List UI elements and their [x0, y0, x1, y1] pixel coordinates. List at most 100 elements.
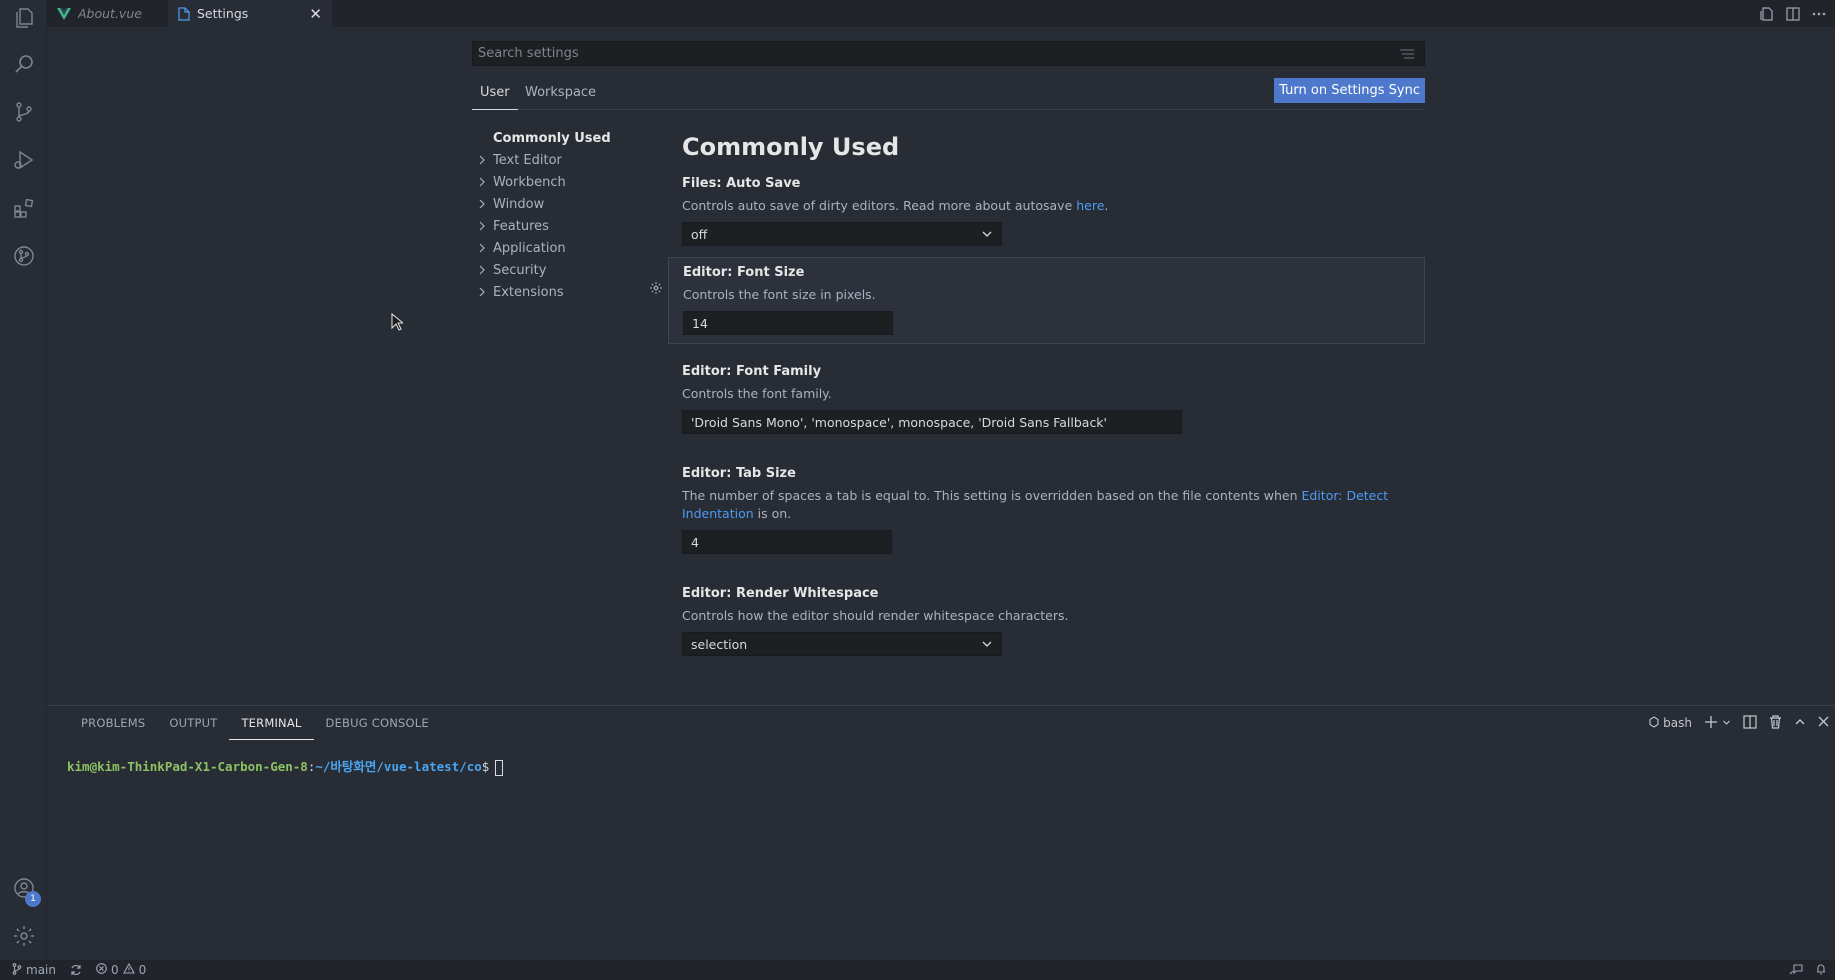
mouse-cursor-icon: [391, 312, 405, 335]
sync-icon[interactable]: [70, 964, 82, 976]
more-actions-icon[interactable]: [1811, 12, 1827, 16]
setting-category: Editor:: [682, 586, 736, 601]
font-size-input[interactable]: 14: [683, 311, 893, 335]
toc-features[interactable]: Features: [470, 215, 640, 237]
warning-icon: [122, 962, 135, 977]
activity-bar: 1: [0, 0, 47, 960]
setting-name: Font Family: [735, 364, 822, 379]
tab-problems[interactable]: PROBLEMS: [69, 706, 157, 740]
setting-name: Tab Size: [735, 466, 796, 481]
error-count: 0: [110, 963, 119, 977]
toc-application[interactable]: Application: [470, 237, 640, 259]
toc-text-editor[interactable]: Text Editor: [470, 149, 640, 171]
notifications-icon[interactable]: [1815, 963, 1827, 978]
branch-status[interactable]: main: [12, 962, 56, 978]
extensions-icon[interactable]: [0, 184, 47, 232]
auto-save-select[interactable]: off: [682, 222, 1002, 246]
tab-debug-console[interactable]: DEBUG CONSOLE: [314, 706, 441, 740]
git-graph-icon[interactable]: [0, 232, 47, 280]
setting-editor-font-family: Editor: Font Family Controls the font fa…: [668, 357, 1425, 444]
tab-terminal[interactable]: TERMINAL: [229, 706, 314, 740]
source-control-icon[interactable]: [0, 88, 47, 136]
setting-editor-tab-size: Editor: Tab Size The number of spaces a …: [668, 459, 1425, 564]
toc-commonly-used[interactable]: Commonly Used: [470, 127, 640, 149]
toc-window[interactable]: Window: [470, 193, 640, 215]
maximize-panel-icon[interactable]: [1794, 716, 1806, 731]
toc-extensions[interactable]: Extensions: [470, 281, 640, 303]
terminal-cursor: [495, 759, 504, 776]
setting-description: Controls auto save of dirty editors. Rea…: [682, 198, 1077, 213]
toc-security[interactable]: Security: [470, 259, 640, 281]
tab-workspace[interactable]: Workspace: [517, 85, 604, 110]
chevron-right-icon: [478, 199, 493, 209]
toc-label: Window: [493, 196, 545, 212]
setting-gear-icon[interactable]: [649, 281, 663, 299]
font-family-input[interactable]: 'Droid Sans Mono', 'monospace', monospac…: [682, 410, 1182, 434]
render-whitespace-select[interactable]: selection: [682, 632, 1002, 656]
search-icon[interactable]: [0, 40, 47, 88]
autosave-link[interactable]: here: [1076, 198, 1104, 213]
chevron-right-icon: [478, 155, 493, 165]
tab-output[interactable]: OUTPUT: [157, 706, 229, 740]
split-editor-icon[interactable]: [1785, 6, 1801, 21]
select-value: off: [691, 226, 708, 242]
setting-category: Editor:: [683, 265, 737, 280]
explorer-icon[interactable]: [0, 0, 47, 42]
new-terminal-button[interactable]: [1704, 715, 1731, 732]
setting-editor-render-whitespace: Editor: Render Whitespace Controls how t…: [668, 579, 1425, 666]
shell-name: bash: [1663, 716, 1692, 730]
close-icon[interactable]: ✕: [309, 5, 322, 23]
settings-list: Commonly Used Files: Auto Save Controls …: [668, 127, 1425, 656]
tab-about-vue[interactable]: About.vue: [47, 0, 165, 27]
setting-description: The number of spaces a tab is equal to. …: [682, 488, 1302, 503]
editor-actions: [1759, 0, 1835, 27]
git-branch-icon: [12, 962, 22, 978]
setting-name: Font Size: [736, 265, 805, 280]
close-panel-icon[interactable]: [1818, 716, 1829, 730]
setting-name: Auto Save: [726, 176, 801, 191]
trash-icon[interactable]: [1769, 714, 1782, 732]
filter-icon[interactable]: [1400, 48, 1414, 63]
terminal-output[interactable]: kim@kim-ThinkPad-X1-Carbon-Gen-8:~/바탕화면/…: [67, 756, 504, 776]
run-debug-icon[interactable]: [0, 136, 47, 184]
toc-label: Text Editor: [493, 152, 562, 168]
tab-settings[interactable]: Settings ✕: [168, 0, 332, 27]
warning-count: 0: [138, 963, 147, 977]
setting-category: Editor:: [682, 466, 736, 481]
toc-workbench[interactable]: Workbench: [470, 171, 640, 193]
select-value: selection: [691, 636, 748, 652]
setting-files-auto-save: Files: Auto Save Controls auto save of d…: [668, 169, 1425, 256]
chevron-right-icon: [478, 177, 493, 187]
error-icon: [96, 963, 107, 977]
toc-label: Features: [493, 218, 549, 234]
terminal-shell-selector[interactable]: bash: [1649, 715, 1692, 731]
detect-indentation-link[interactable]: Editor: Detect: [1301, 488, 1388, 503]
tab-user[interactable]: User: [472, 85, 518, 110]
settings-sync-button[interactable]: Turn on Settings Sync: [1274, 78, 1425, 103]
terminal-prompt: $: [481, 759, 490, 774]
settings-search[interactable]: [472, 41, 1425, 66]
chevron-down-icon: [981, 228, 993, 243]
manage-gear-icon[interactable]: [0, 912, 47, 960]
detect-indentation-link-cont[interactable]: Indentation: [682, 506, 754, 521]
desc-end: .: [1104, 198, 1109, 213]
feedback-icon[interactable]: [1789, 963, 1803, 978]
toc-label: Extensions: [493, 284, 564, 300]
setting-editor-font-size: Editor: Font Size Controls the font size…: [668, 257, 1425, 344]
setting-description: Controls the font size in pixels.: [683, 287, 876, 302]
settings-toc: Commonly Used Text Editor Workbench Wind…: [470, 127, 640, 303]
panel-tabs: PROBLEMS OUTPUT TERMINAL DEBUG CONSOLE: [69, 706, 441, 740]
vue-icon: [57, 7, 71, 20]
toc-label: Application: [493, 240, 566, 256]
setting-category: Editor:: [682, 364, 736, 379]
tab-size-input[interactable]: 4: [682, 530, 892, 554]
terminal-path: ~/바탕화면/vue-latest/co: [315, 759, 482, 774]
accounts-icon[interactable]: 1: [0, 864, 47, 912]
split-terminal-icon[interactable]: [1743, 714, 1757, 732]
problems-status[interactable]: 0 0: [96, 962, 147, 977]
editor-tab-bar: About.vue Settings ✕: [47, 0, 1835, 27]
open-settings-json-icon[interactable]: [1759, 6, 1775, 21]
chevron-right-icon: [478, 265, 493, 275]
search-input[interactable]: [478, 46, 1419, 61]
chevron-down-icon[interactable]: [1722, 716, 1731, 730]
